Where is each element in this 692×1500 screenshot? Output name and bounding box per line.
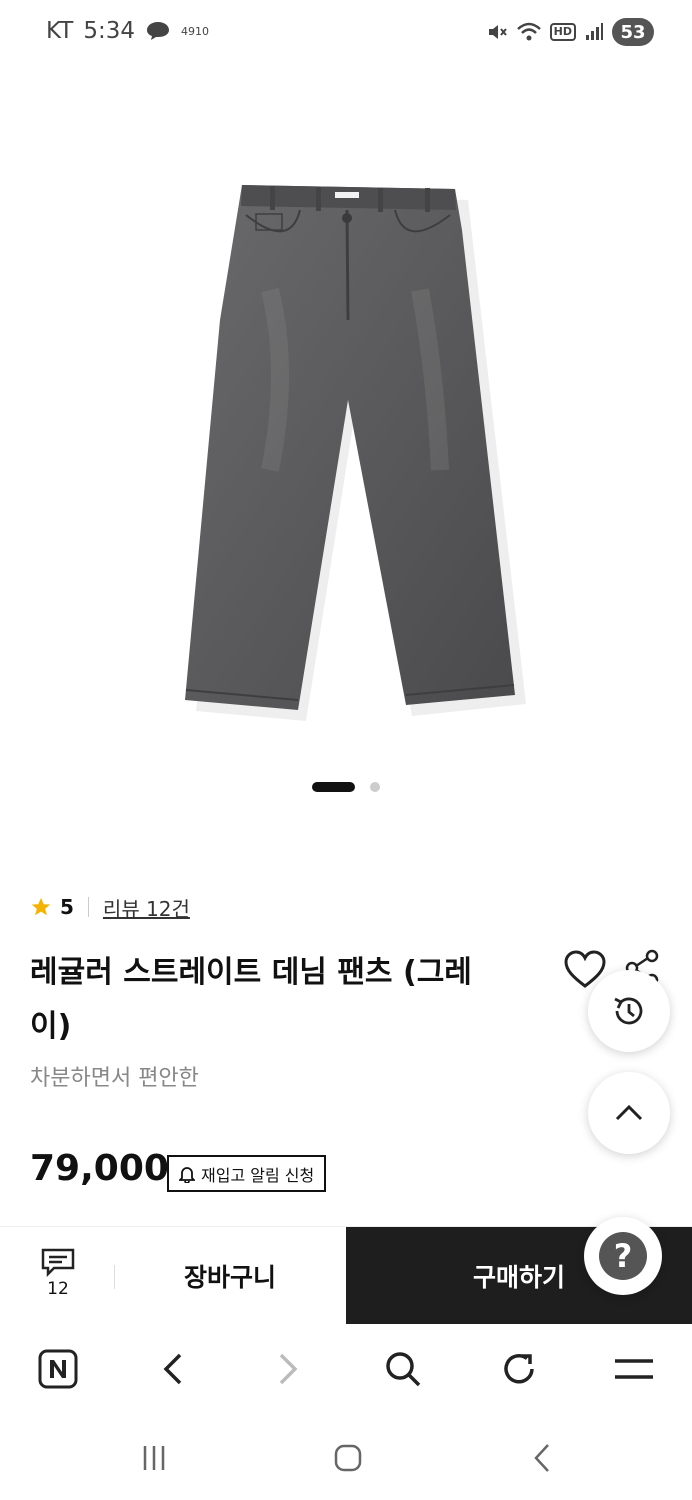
carousel-indicator [0, 780, 692, 794]
product-price: 79,000 [30, 1148, 169, 1189]
divider [87, 897, 89, 917]
naver-n-icon [38, 1349, 78, 1389]
chevron-right-icon [279, 1353, 298, 1385]
system-back-button[interactable] [522, 1438, 562, 1478]
status-left: KT 5:34 4910 [46, 18, 209, 44]
notification-count: 4910 [181, 24, 210, 38]
signal-icon [586, 23, 603, 40]
clock: 5:34 [83, 18, 136, 44]
back-icon [534, 1444, 549, 1472]
question-icon: ? [599, 1232, 647, 1280]
menu-button[interactable] [609, 1344, 659, 1394]
comment-count: 12 [47, 1279, 69, 1299]
home-icon [334, 1444, 362, 1472]
carousel-dot[interactable] [370, 782, 380, 792]
restock-label: 재입고 알림 신청 [201, 1165, 315, 1185]
hd-voice-icon: HD [549, 23, 576, 41]
add-to-cart-button[interactable]: 장바구니 [115, 1227, 345, 1325]
refresh-button[interactable] [494, 1344, 544, 1394]
history-icon [614, 997, 643, 1025]
talk-bubble-icon [147, 22, 170, 40]
back-button[interactable] [147, 1344, 197, 1394]
carousel-dot-active[interactable] [312, 782, 355, 792]
status-right: HD 53 [486, 18, 654, 46]
carrier-label: KT [46, 18, 74, 44]
mute-icon [488, 25, 507, 39]
home-button[interactable] [328, 1438, 368, 1478]
jeans-image [185, 185, 526, 721]
recent-apps-button[interactable] [134, 1438, 174, 1478]
naver-home-button[interactable] [33, 1344, 83, 1394]
product-image[interactable] [150, 170, 550, 740]
rating-row: 5 리뷰 12건 [30, 892, 190, 922]
wifi-icon [516, 22, 541, 41]
review-link[interactable]: 리뷰 12건 [103, 893, 190, 922]
system-navigation-bar [0, 1414, 692, 1500]
search-icon [386, 1352, 421, 1387]
browser-toolbar [0, 1324, 692, 1414]
comment-button[interactable]: 12 [28, 1247, 88, 1299]
search-button[interactable] [378, 1344, 428, 1394]
battery-icon: 53 [612, 18, 654, 46]
restock-alert-button[interactable]: 재입고 알림 신청 [167, 1155, 327, 1192]
comment-icon [41, 1248, 75, 1277]
chevron-left-icon [163, 1353, 182, 1385]
chevron-up-icon [615, 1104, 643, 1121]
hamburger-icon [615, 1359, 653, 1379]
status-bar: KT 5:34 4910 HD 53 [0, 0, 692, 70]
product-title: 레귤러 스트레이트 데님 팬츠 (그레이) [30, 955, 472, 1044]
scroll-top-button[interactable] [588, 1072, 670, 1154]
forward-button[interactable] [264, 1344, 314, 1394]
star-icon [31, 897, 51, 916]
bell-icon [179, 1166, 195, 1183]
recent-history-button[interactable] [588, 970, 670, 1052]
refresh-icon [504, 1354, 534, 1384]
product-subtitle: 차분하면서 편안한 [30, 1066, 199, 1091]
rating-value: 5 [60, 895, 74, 919]
recent-apps-icon [143, 1446, 165, 1470]
help-button[interactable]: ? [584, 1217, 662, 1295]
